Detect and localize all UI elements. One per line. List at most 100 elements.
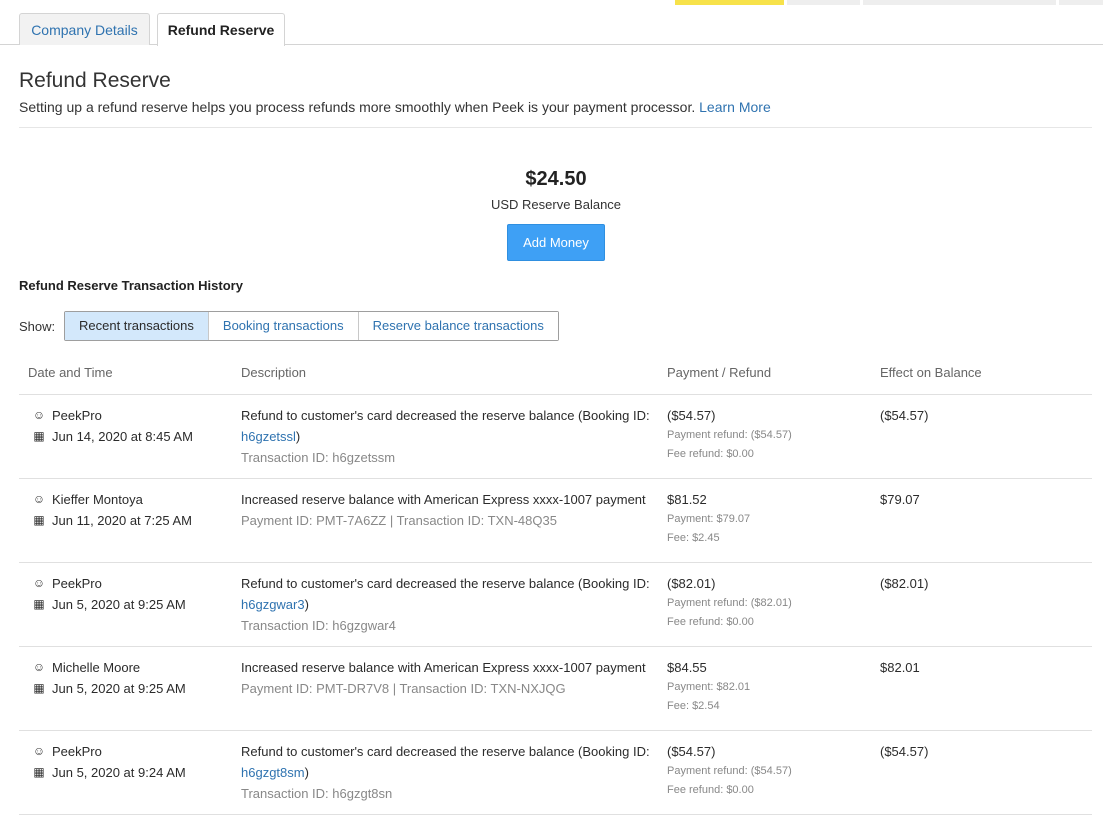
reserve-balance-panel: $24.50 USD Reserve Balance xyxy=(0,168,1103,212)
date-time-cell: ☺ PeekPro ▦ Jun 5, 2020 at 9:25 AM xyxy=(32,573,186,615)
effect-on-balance: $79.07 xyxy=(880,492,920,507)
description-cell: Refund to customer's card decreased the … xyxy=(241,741,651,804)
table-row: ☺ Michelle Moore ▦ Jun 5, 2020 at 9:25 AM … xyxy=(19,647,1092,731)
description-ids: Transaction ID: h6gzgwar4 xyxy=(241,618,396,633)
column-effect-on-balance: Effect on Balance xyxy=(880,365,982,380)
payment-refund-cell: $81.52 Payment: $79.07 Fee: $2.45 xyxy=(667,489,750,548)
description-ids: Transaction ID: h6gzetssm xyxy=(241,450,396,465)
description-suffix: ) xyxy=(295,429,301,444)
description-text: Increased reserve balance with American … xyxy=(241,660,646,675)
user-icon: ☺ xyxy=(32,576,46,590)
user-icon: ☺ xyxy=(32,660,46,674)
payment-detail-2: Fee refund: $0.00 xyxy=(667,616,754,628)
tab-bar: Company Details Refund Reserve xyxy=(0,13,1103,46)
payment-detail-1: Payment refund: ($54.57) xyxy=(667,429,792,441)
calendar-icon: ▦ xyxy=(33,681,45,695)
payment-detail-2: Fee: $2.54 xyxy=(667,700,720,712)
payment-refund-cell: ($54.57) Payment refund: ($54.57) Fee re… xyxy=(667,405,792,464)
divider xyxy=(19,127,1092,128)
table-row: ☺ PeekPro ▦ Jun 5, 2020 at 9:24 AM Refund … xyxy=(19,731,1092,815)
intro-text: Setting up a refund reserve helps you pr… xyxy=(19,99,771,115)
payment-detail-2: Fee refund: $0.00 xyxy=(667,784,754,796)
top-bar-segment-1 xyxy=(675,0,784,5)
transaction-filter-group: Recent transactions Booking transactions… xyxy=(64,311,559,341)
user-name: PeekPro xyxy=(52,576,102,591)
description-suffix: ) xyxy=(304,597,309,612)
payment-refund-cell: ($54.57) Payment refund: ($54.57) Fee re… xyxy=(667,741,792,800)
description-text: Refund to customer's card decreased the … xyxy=(241,408,650,423)
user-name: Kieffer Montoya xyxy=(52,492,143,507)
payment-amount: ($82.01) xyxy=(667,576,716,591)
description-cell: Refund to customer's card decreased the … xyxy=(241,405,651,468)
description-text: Refund to customer's card decreased the … xyxy=(241,576,650,591)
description-suffix: ) xyxy=(304,765,309,780)
column-payment-refund: Payment / Refund xyxy=(667,365,772,380)
top-progress-bar xyxy=(0,0,1103,5)
user-icon: ☺ xyxy=(32,408,46,422)
table-header: Date and Time Description Payment / Refu… xyxy=(19,355,1092,395)
show-filter-label: Show: xyxy=(19,319,56,334)
page-title: Refund Reserve xyxy=(19,69,171,92)
add-money-button[interactable]: Add Money xyxy=(507,224,605,261)
filter-booking-transactions[interactable]: Booking transactions xyxy=(208,312,359,340)
description-ids: Transaction ID: h6gzgt8sn xyxy=(241,786,393,801)
tab-refund-reserve[interactable]: Refund Reserve xyxy=(157,13,285,46)
date-time-cell: ☺ PeekPro ▦ Jun 5, 2020 at 9:24 AM xyxy=(32,741,186,783)
effect-on-balance: ($54.57) xyxy=(880,408,929,423)
user-name: Michelle Moore xyxy=(52,660,141,675)
payment-detail-1: Payment refund: ($82.01) xyxy=(667,597,792,609)
user-name: PeekPro xyxy=(52,408,102,423)
effect-on-balance: ($54.57) xyxy=(880,744,929,759)
transaction-date: Jun 5, 2020 at 9:25 AM xyxy=(52,597,186,612)
calendar-icon: ▦ xyxy=(33,429,45,443)
transaction-history-title: Refund Reserve Transaction History xyxy=(19,278,243,293)
payment-detail-1: Payment refund: ($54.57) xyxy=(667,765,792,777)
payment-refund-cell: ($82.01) Payment refund: ($82.01) Fee re… xyxy=(667,573,792,632)
payment-amount: ($54.57) xyxy=(667,408,716,423)
description-cell: Increased reserve balance with American … xyxy=(241,489,651,531)
date-time-cell: ☺ PeekPro ▦ Jun 14, 2020 at 8:45 AM xyxy=(32,405,193,447)
description-ids: Payment ID: PMT-7A6ZZ | Transaction ID: … xyxy=(241,513,557,528)
reserve-balance-amount: $24.50 xyxy=(525,168,587,190)
payment-refund-cell: $84.55 Payment: $82.01 Fee: $2.54 xyxy=(667,657,750,716)
date-time-cell: ☺ Michelle Moore ▦ Jun 5, 2020 at 9:25 AM xyxy=(32,657,186,699)
booking-id-link[interactable]: h6gzetssl xyxy=(241,429,296,444)
transaction-date: Jun 11, 2020 at 7:25 AM xyxy=(52,513,192,528)
payment-amount: ($54.57) xyxy=(667,744,716,759)
top-bar-segment-4 xyxy=(1059,0,1103,5)
table-row: ☺ PeekPro ▦ Jun 14, 2020 at 8:45 AM Refund… xyxy=(19,395,1092,479)
user-name: PeekPro xyxy=(52,744,102,759)
user-icon: ☺ xyxy=(32,492,46,506)
effect-on-balance: ($82.01) xyxy=(880,576,929,591)
learn-more-link[interactable]: Learn More xyxy=(699,99,771,115)
payment-detail-1: Payment: $79.07 xyxy=(667,513,751,525)
user-icon: ☺ xyxy=(32,744,46,758)
booking-id-link[interactable]: h6gzgt8sm xyxy=(241,765,305,780)
effect-on-balance: $82.01 xyxy=(880,660,920,675)
payment-amount: $81.52 xyxy=(667,492,707,507)
description-cell: Increased reserve balance with American … xyxy=(241,657,651,699)
transaction-table: Date and Time Description Payment / Refu… xyxy=(19,355,1092,815)
tab-company-details[interactable]: Company Details xyxy=(19,13,150,45)
table-row: ☺ PeekPro ▦ Jun 5, 2020 at 9:25 AM Refund … xyxy=(19,563,1092,647)
table-body: ☺ PeekPro ▦ Jun 14, 2020 at 8:45 AM Refund… xyxy=(19,395,1092,815)
reserve-balance-label: USD Reserve Balance xyxy=(490,197,622,212)
booking-id-link[interactable]: h6gzgwar3 xyxy=(241,597,305,612)
column-description: Description xyxy=(241,365,307,380)
filter-recent-transactions[interactable]: Recent transactions xyxy=(65,312,209,340)
calendar-icon: ▦ xyxy=(33,513,45,527)
payment-detail-1: Payment: $82.01 xyxy=(667,681,751,693)
filter-reserve-balance-transactions[interactable]: Reserve balance transactions xyxy=(358,312,558,340)
calendar-icon: ▦ xyxy=(33,597,45,611)
payment-amount: $84.55 xyxy=(667,660,707,675)
column-date-time: Date and Time xyxy=(28,365,113,380)
table-row: ☺ Kieffer Montoya ▦ Jun 11, 2020 at 7:25 A… xyxy=(19,479,1092,563)
payment-detail-2: Fee refund: $0.00 xyxy=(667,448,754,460)
description-text: Refund to customer's card decreased the … xyxy=(241,744,650,759)
transaction-date: Jun 5, 2020 at 9:25 AM xyxy=(52,681,186,696)
description-cell: Refund to customer's card decreased the … xyxy=(241,573,651,636)
description-text: Increased reserve balance with American … xyxy=(241,492,646,507)
date-time-cell: ☺ Kieffer Montoya ▦ Jun 11, 2020 at 7:25 A… xyxy=(32,489,192,531)
description-ids: Payment ID: PMT-DR7V8 | Transaction ID: … xyxy=(241,681,566,696)
transaction-date: Jun 14, 2020 at 8:45 AM xyxy=(52,429,193,444)
